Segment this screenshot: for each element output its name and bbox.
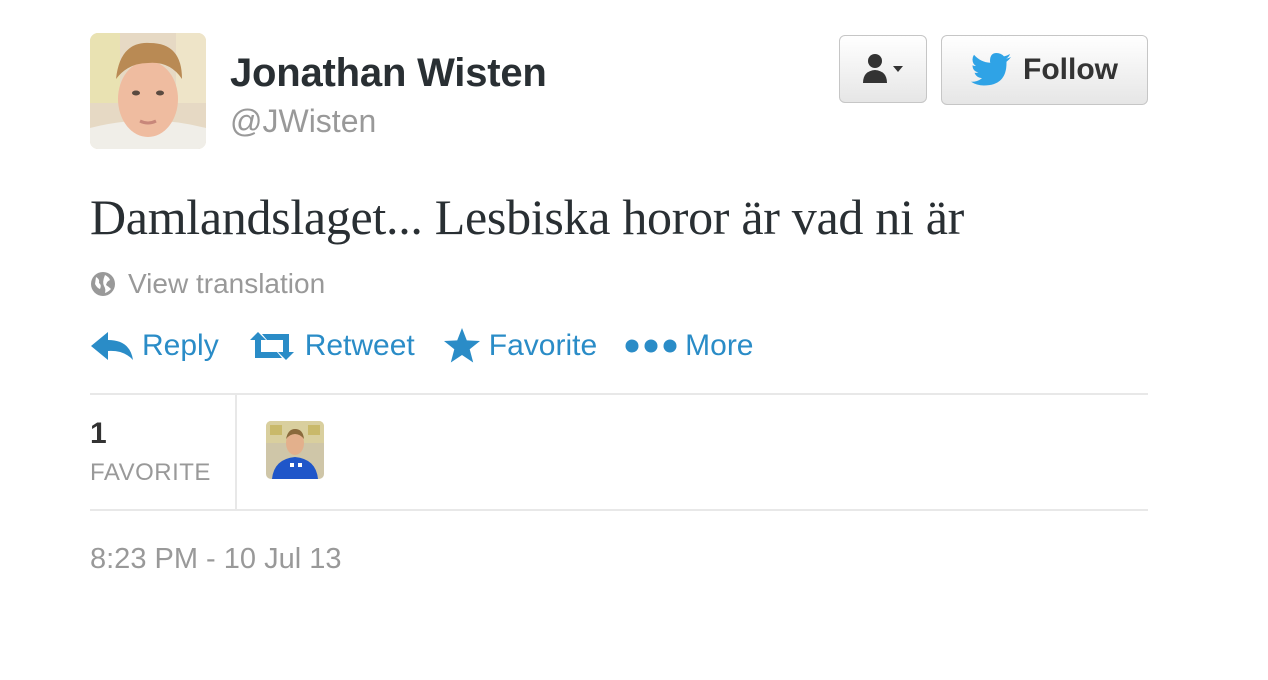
user-display-name[interactable]: Jonathan Wisten — [230, 51, 547, 96]
stats-divider — [235, 395, 237, 509]
star-icon — [443, 328, 480, 363]
tweet-header: Jonathan Wisten @JWisten Follow — [90, 33, 1148, 151]
reply-label: Reply — [142, 329, 219, 362]
view-translation-label: View translation — [128, 268, 326, 299]
globe-icon — [91, 272, 115, 296]
tweet-card: Jonathan Wisten @JWisten Follow Damlands… — [90, 33, 1148, 575]
user-handle[interactable]: @JWisten — [230, 103, 376, 140]
favorite-count[interactable]: 1 — [90, 417, 107, 451]
follow-button[interactable]: Follow — [941, 35, 1148, 105]
more-button[interactable]: More — [625, 329, 754, 363]
favorite-stat-label[interactable]: FAVORITE — [90, 459, 211, 487]
user-avatar[interactable] — [90, 33, 206, 149]
reply-icon — [91, 332, 133, 360]
favorite-button[interactable]: Favorite — [443, 328, 597, 364]
retweet-label: Retweet — [304, 329, 415, 362]
tweet-text: Damlandslaget... Lesbiska horor är vad n… — [90, 189, 965, 245]
retweet-button[interactable]: Retweet — [247, 329, 415, 363]
favoriter-avatar[interactable] — [266, 421, 324, 479]
favorite-label: Favorite — [488, 329, 598, 362]
tweet-stats: 1 FAVORITE — [90, 393, 1148, 511]
user-dropdown-icon — [863, 54, 903, 83]
more-label: More — [685, 329, 754, 362]
retweet-icon — [249, 332, 294, 360]
view-translation-link[interactable]: View translation — [90, 268, 325, 300]
reply-button[interactable]: Reply — [90, 329, 219, 363]
follow-label: Follow — [1023, 53, 1118, 86]
twitter-bird-icon — [971, 53, 1011, 86]
tweet-timestamp[interactable]: 8:23 PM - 10 Jul 13 — [90, 543, 341, 576]
more-dots-icon — [625, 339, 677, 353]
user-actions-button[interactable] — [839, 35, 927, 103]
tweet-actions: Reply Retweet Favorite More — [90, 328, 782, 364]
